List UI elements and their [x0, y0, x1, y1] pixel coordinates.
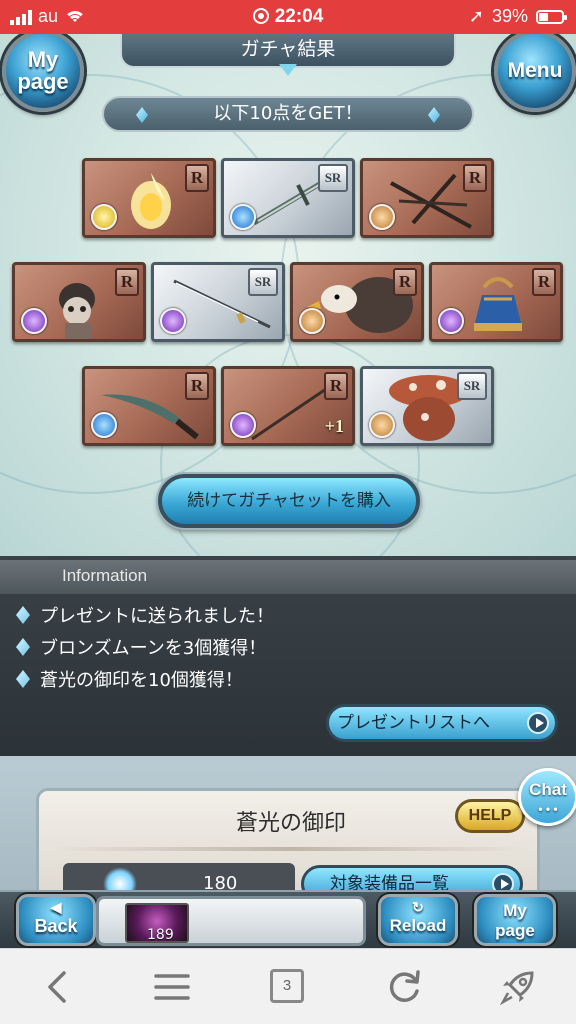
rarity-badge: R	[185, 164, 209, 192]
item-card[interactable]: R	[360, 158, 494, 238]
rocket-icon[interactable]	[498, 967, 538, 1007]
information-panel: Information プレゼントに送られました！ ブロンズムーンを3個獲得！ …	[0, 556, 576, 756]
reload-button-label: Reload	[389, 916, 447, 935]
light-element-icon	[91, 204, 117, 230]
earth-element-icon	[369, 412, 395, 438]
gacha-result-screen: ガチャ結果 My page Menu 以下10点をGET！ R SR R R S…	[0, 34, 576, 556]
bottom-mypage-button[interactable]: My page	[474, 894, 556, 946]
rarity-badge: R	[115, 268, 139, 296]
rarity-badge: R	[393, 268, 417, 296]
plus-level: +1	[324, 416, 344, 436]
screen-record-icon	[252, 8, 269, 24]
item-card[interactable]: SR	[151, 262, 285, 342]
item-card[interactable]: R	[12, 262, 146, 342]
status-bar: au 22:04 ➚ 39%	[0, 0, 576, 34]
rarity-badge: R	[185, 372, 209, 400]
help-button[interactable]: HELP	[455, 799, 525, 833]
information-line: ブロンズムーンを3個獲得！	[40, 638, 267, 659]
diamond-bullet-icon	[16, 638, 30, 656]
information-line: 蒼光の御印を10個獲得！	[40, 670, 243, 691]
tabs-button[interactable]: 3	[270, 969, 304, 1003]
reload-button[interactable]: ↻ Reload	[378, 894, 458, 946]
back-button-label: Back	[34, 916, 78, 936]
item-card[interactable]: SR	[221, 158, 355, 238]
equipment-list-button[interactable]: 対象装備品一覧	[301, 865, 523, 890]
information-line: プレゼントに送られました！	[40, 606, 274, 627]
reload-icon: ↻	[412, 899, 424, 915]
item-card[interactable]: R	[82, 366, 216, 446]
seal-count: 180	[203, 873, 238, 890]
buy-again-button[interactable]: 続けてガチャセットを購入	[158, 474, 420, 528]
diamond-bullet-icon	[16, 670, 30, 688]
back-button[interactable]: ◀ Back	[16, 894, 96, 946]
game-bottom-bar: ◀ Back 189 ↻ Reload My page	[0, 890, 576, 948]
dark-element-icon	[438, 308, 464, 334]
arrow-right-icon	[527, 712, 549, 734]
sparkle-icon	[103, 867, 137, 890]
present-list-button[interactable]: プレゼントリストへ	[326, 704, 558, 742]
menu-button-label: Menu	[507, 59, 563, 82]
menu-icon[interactable]	[152, 967, 192, 1007]
result-banner: 以下10点をGET！	[102, 96, 474, 132]
seal-panel: 蒼光の御印 HELP 180 対象装備品一覧	[36, 788, 540, 890]
diamond-bullet-icon	[16, 606, 30, 624]
item-shortcut-panel: 189	[96, 896, 366, 946]
item-card[interactable]: SR	[360, 366, 494, 446]
moon-count: 189	[147, 927, 174, 943]
information-title: Information	[62, 566, 148, 585]
dark-element-icon	[160, 308, 186, 334]
seal-section: 蒼光の御印 HELP 180 対象装備品一覧 Chat • • •	[0, 756, 576, 890]
rarity-badge: SR	[457, 372, 487, 400]
item-card[interactable]: R	[290, 262, 424, 342]
battery-icon	[536, 9, 567, 24]
rarity-badge: R	[463, 164, 487, 192]
dark-element-icon	[230, 412, 256, 438]
rarity-badge: SR	[248, 268, 278, 296]
back-arrow-icon: ◀	[50, 899, 62, 915]
rarity-badge: SR	[318, 164, 348, 192]
dark-element-icon	[21, 308, 47, 334]
gem-icon	[428, 107, 440, 123]
rarity-badge: R	[324, 372, 348, 400]
refresh-icon[interactable]	[384, 967, 424, 1007]
mypage-button-label: My page	[495, 901, 535, 940]
item-card[interactable]: R	[82, 158, 216, 238]
title-marker-icon	[279, 64, 297, 76]
clock: 22:04	[274, 6, 324, 27]
earth-element-icon	[369, 204, 395, 230]
divider	[51, 847, 527, 851]
page-title: ガチャ結果	[120, 34, 456, 68]
mypage-button-label: My page	[17, 47, 69, 94]
chat-button-label: Chat	[529, 780, 567, 799]
water-element-icon	[91, 412, 117, 438]
seal-count-box: 180	[63, 863, 295, 890]
browser-toolbar: 3	[0, 948, 576, 1024]
rarity-badge: R	[532, 268, 556, 296]
earth-element-icon	[299, 308, 325, 334]
arrow-right-icon	[492, 873, 514, 890]
chat-button[interactable]: Chat • • •	[518, 768, 576, 826]
battery-percent: 39%	[491, 6, 528, 26]
item-card[interactable]: R	[429, 262, 563, 342]
gem-icon	[136, 107, 148, 123]
equipment-list-label: 対象装備品一覧	[330, 874, 449, 890]
result-banner-text: 以下10点をGET！	[213, 103, 363, 124]
water-element-icon	[230, 204, 256, 230]
back-chevron-icon[interactable]	[38, 967, 78, 1007]
location-arrow-icon: ➚	[468, 6, 484, 26]
present-list-label: プレゼントリストへ	[337, 713, 490, 733]
item-card[interactable]: R +1	[221, 366, 355, 446]
